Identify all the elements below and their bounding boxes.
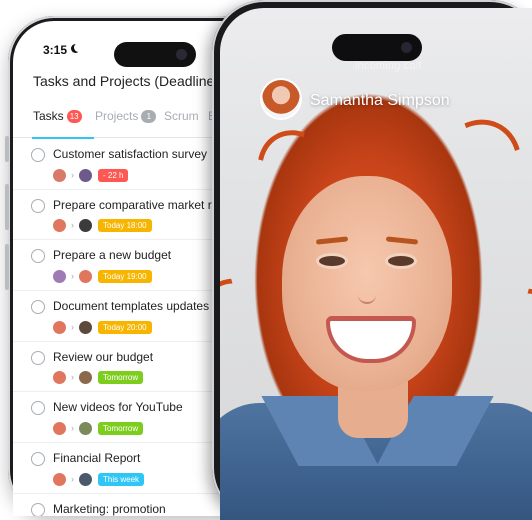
task-checkbox[interactable] xyxy=(31,300,45,315)
chevron-right-icon: › xyxy=(71,473,74,484)
creator-avatar xyxy=(53,269,66,283)
deadline-badge: Tomorrow xyxy=(98,371,144,385)
tab-tasks[interactable]: Tasks 13 xyxy=(33,109,82,123)
chevron-right-icon: › xyxy=(71,422,74,433)
task-meta: › Today 19:00 xyxy=(53,269,152,283)
creator-avatar xyxy=(53,320,66,334)
tab-label: Projects xyxy=(95,109,139,123)
task-title: New videos for YouTube xyxy=(53,400,183,415)
call-status: incoming call xyxy=(354,60,422,72)
assignee-avatar xyxy=(79,168,92,182)
deadline-badge: Today 18:00 xyxy=(98,219,152,233)
task-meta: › Today 18:00 xyxy=(53,219,152,233)
chevron-right-icon: › xyxy=(71,169,74,180)
task-title: Prepare comparative market re xyxy=(53,197,219,212)
tab-badge: 1 xyxy=(141,110,157,123)
task-checkbox[interactable] xyxy=(31,198,45,213)
smile xyxy=(326,316,416,363)
deadline-badge: This week xyxy=(98,472,145,486)
deadline-badge: Today 19:00 xyxy=(98,269,152,283)
volume-up-button xyxy=(5,184,9,230)
task-meta: › Tomorrow xyxy=(53,371,144,385)
task-title: Marketing: promotion xyxy=(53,501,166,516)
assignee-avatar xyxy=(79,472,92,486)
chevron-right-icon: › xyxy=(71,372,74,383)
task-checkbox[interactable] xyxy=(31,148,45,162)
moon-icon xyxy=(74,43,83,52)
task-title: Document templates updates xyxy=(53,299,210,314)
creator-avatar xyxy=(53,219,66,233)
assignee-avatar xyxy=(79,219,92,233)
creator-avatar xyxy=(53,168,66,182)
creator-avatar xyxy=(53,472,66,486)
task-meta: › Tomorrow xyxy=(53,421,144,435)
assignee-avatar xyxy=(79,269,92,283)
deadline-badge: Today 20:00 xyxy=(98,320,152,334)
deadline-badge: - 22 h xyxy=(98,168,129,182)
chevron-right-icon: › xyxy=(71,270,74,281)
task-meta: › Today 20:00 xyxy=(53,320,152,334)
dynamic-island xyxy=(332,34,422,61)
task-title: Customer satisfaction survey xyxy=(53,147,208,161)
task-checkbox[interactable] xyxy=(31,350,45,365)
assignee-avatar xyxy=(79,421,92,435)
caller-photo-face xyxy=(282,176,452,391)
task-meta: › - 22 h xyxy=(53,168,129,182)
dynamic-island xyxy=(114,42,196,67)
tab-label: Scrum xyxy=(164,109,199,123)
creator-avatar xyxy=(53,421,66,435)
assignee-avatar xyxy=(79,371,92,385)
task-checkbox[interactable] xyxy=(31,502,45,516)
task-title: Prepare a new budget xyxy=(53,248,172,263)
tab-badge: 13 xyxy=(66,110,82,123)
mute-switch xyxy=(5,136,9,162)
creator-avatar xyxy=(53,371,66,385)
caller-avatar xyxy=(262,80,300,118)
call-screen: incoming call Samantha Simpson xyxy=(220,8,532,520)
deadline-badge: Tomorrow xyxy=(98,421,144,435)
chevron-right-icon: › xyxy=(71,321,74,332)
call-phone: incoming call Samantha Simpson xyxy=(212,0,532,520)
tab-scrum[interactable]: Scrum xyxy=(164,109,199,123)
status-time: 3:15 xyxy=(43,43,68,57)
tab-label: Tasks xyxy=(33,109,64,123)
tab-projects[interactable]: Projects 1 xyxy=(95,109,157,123)
task-title: Financial Report xyxy=(53,451,141,466)
task-meta: › This week xyxy=(53,472,145,486)
caller-name: Samantha Simpson xyxy=(310,92,450,109)
task-checkbox[interactable] xyxy=(31,452,45,467)
task-checkbox[interactable] xyxy=(31,401,45,416)
task-title: Review our budget xyxy=(53,349,154,364)
chevron-right-icon: › xyxy=(71,220,74,231)
volume-down-button xyxy=(5,244,9,290)
assignee-avatar xyxy=(79,320,92,334)
task-checkbox[interactable] xyxy=(31,249,45,264)
